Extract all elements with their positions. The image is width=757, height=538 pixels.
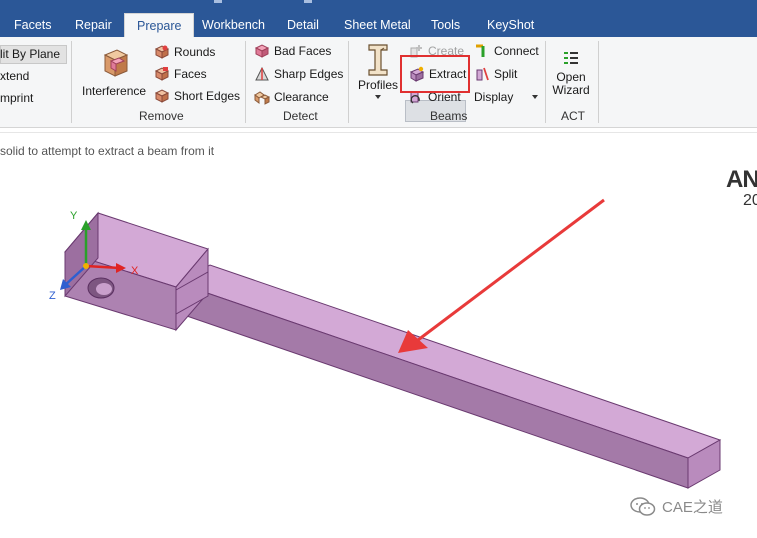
- beam-top-face: [176, 264, 722, 459]
- detect-group-label: Detect: [283, 109, 318, 123]
- bad-faces-button[interactable]: Bad Faces: [254, 41, 331, 61]
- display-dropdown-icon: [532, 95, 539, 99]
- profiles-label: Profiles: [357, 78, 398, 92]
- tab-prepare[interactable]: Prepare: [124, 13, 195, 37]
- rounds-button[interactable]: Rounds: [154, 42, 215, 62]
- beam-body[interactable]: [176, 264, 722, 489]
- beams-group-label: Beams: [430, 109, 468, 123]
- split-by-plane-label: lit By Plane: [0, 47, 61, 61]
- annotation-arrow: [398, 198, 605, 353]
- rounds-label: Rounds: [174, 45, 216, 59]
- ribbon-tab-bar: Facets Repair Prepare Workbench Detail S…: [0, 0, 757, 37]
- extend-button[interactable]: xtend: [0, 66, 29, 86]
- group-divider: [71, 41, 72, 123]
- tab-tools[interactable]: Tools: [431, 13, 460, 37]
- extend-label: xtend: [0, 69, 30, 83]
- open-wizard-button[interactable]: Open Wizard: [551, 49, 591, 97]
- axis-z-label: Z: [49, 290, 56, 302]
- split-by-plane-button[interactable]: lit By Plane: [0, 44, 60, 64]
- short-edges-label: Short Edges: [174, 89, 241, 103]
- clearance-label: Clearance: [274, 90, 329, 104]
- extract-highlight-box: [400, 55, 470, 93]
- head-hole-inner: [96, 283, 112, 295]
- interference-button[interactable]: Interference: [82, 49, 146, 98]
- split-beam-button[interactable]: Split: [474, 64, 517, 84]
- tab-sheet-metal[interactable]: Sheet Metal: [344, 13, 411, 37]
- remove-group-label: Remove: [139, 109, 184, 123]
- group-divider: [245, 41, 246, 123]
- axis-y-label: Y: [70, 210, 78, 222]
- beam-front-face: [177, 282, 689, 489]
- short-edges-icon: [154, 89, 170, 103]
- bad-faces-label: Bad Faces: [274, 44, 332, 58]
- connect-beams-icon: [476, 44, 485, 57]
- group-divider: [598, 41, 599, 123]
- faces-label: Faces: [174, 67, 207, 81]
- wizard-icon: [564, 52, 578, 64]
- split-beam-icon: [476, 67, 489, 81]
- wechat-icon: [630, 496, 656, 516]
- display-dropdown[interactable]: Display: [474, 87, 539, 107]
- profiles-button[interactable]: Profiles: [356, 43, 400, 100]
- connect-beams-label: Connect: [494, 44, 539, 58]
- faces-button[interactable]: Faces: [154, 64, 207, 84]
- clearance-button[interactable]: Clearance: [254, 87, 329, 107]
- split-beam-label: Split: [494, 67, 518, 81]
- sharp-edges-label: Sharp Edges: [274, 67, 344, 81]
- tab-keyshot[interactable]: KeyShot: [487, 13, 534, 37]
- prepare-ribbon: lit By Plane xtend mprint Interference R…: [0, 37, 757, 128]
- bad-faces-icon: [254, 44, 270, 58]
- watermark-text: CAE之道: [662, 499, 723, 516]
- tab-repair[interactable]: Repair: [75, 13, 112, 37]
- clearance-icon: [254, 91, 270, 105]
- short-edges-button[interactable]: Short Edges: [154, 86, 240, 106]
- tab-detail[interactable]: Detail: [287, 13, 319, 37]
- axis-x-label: X: [131, 265, 139, 277]
- tab-facets[interactable]: Facets: [14, 13, 52, 37]
- act-group-label: ACT: [561, 109, 585, 123]
- connect-beams-button[interactable]: Connect: [474, 41, 539, 61]
- group-divider: [348, 41, 349, 123]
- watermark: CAE之道: [630, 496, 723, 517]
- 3d-viewport[interactable]: X Y Z: [0, 133, 757, 538]
- tab-workbench[interactable]: Workbench: [202, 13, 265, 37]
- open-wizard-label-line2: Wizard: [552, 83, 590, 97]
- faces-icon: [154, 67, 170, 81]
- profiles-dropdown-icon[interactable]: [374, 94, 382, 100]
- interference-icon: [103, 49, 129, 77]
- sharp-edges-icon: [255, 66, 269, 81]
- imprint-label: mprint: [0, 91, 34, 105]
- display-label: Display: [474, 90, 514, 104]
- rounds-icon: [154, 45, 170, 59]
- imprint-button[interactable]: mprint: [0, 88, 33, 108]
- sharp-edges-button[interactable]: Sharp Edges: [254, 64, 343, 84]
- profiles-icon: [368, 44, 388, 76]
- group-divider: [545, 41, 546, 123]
- axis-origin: [83, 263, 89, 269]
- interference-label: Interference: [82, 84, 147, 98]
- window-title-fragment: [214, 0, 312, 3]
